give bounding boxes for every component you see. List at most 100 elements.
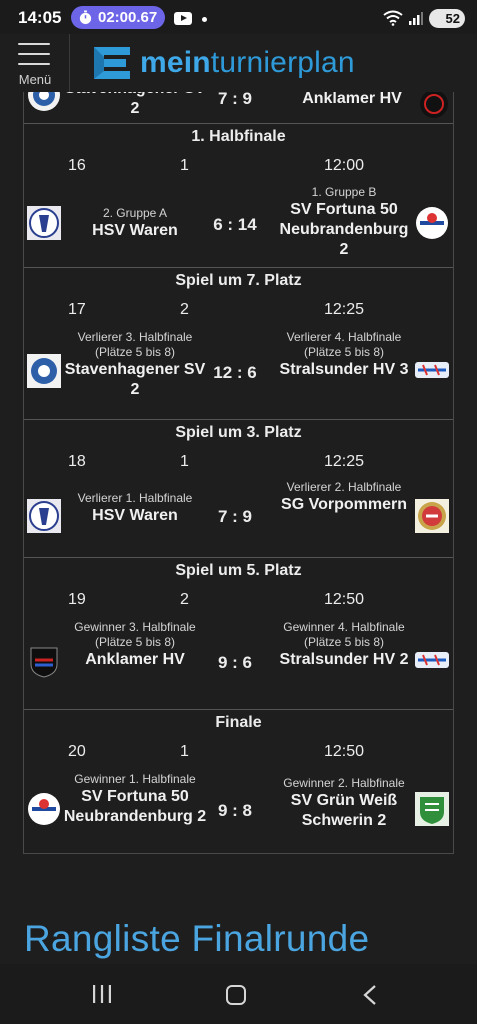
- team-source-label: 2. Gruppe A: [102, 206, 168, 220]
- fortuna-crest-icon: [27, 792, 61, 826]
- match-title: Finale: [215, 714, 262, 731]
- signal-icon: [409, 12, 423, 25]
- match-row: Finale 20 1 12:50 Gewinner 1. Halbfinale…: [24, 709, 453, 853]
- match-meta: 17 2 12:25: [24, 294, 453, 326]
- youtube-icon: [174, 12, 192, 25]
- team-name: HSV Waren: [92, 222, 178, 239]
- team-source-label: Gewinner 3. Halbfinale (Plätze 5 bis 8): [74, 620, 196, 649]
- match-table: Stavenhagener SV 2 7 : 9 Anklamer HV 1. …: [23, 92, 454, 854]
- home-team: Stavenhagener SV 2: [64, 92, 206, 119]
- stopwatch-icon: [79, 10, 92, 25]
- team-name: Anklamer HV: [302, 92, 402, 107]
- status-right: 52: [383, 8, 465, 28]
- match-title: 1. Halbfinale: [191, 128, 286, 145]
- away-team: Gewinner 4. Halbfinale (Plätze 5 bis 8) …: [273, 620, 415, 670]
- team-name: Stavenhagener SV 2: [65, 92, 206, 117]
- status-time: 14:05: [18, 8, 62, 27]
- match-score: 12 : 6: [213, 363, 257, 382]
- recent-apps-icon[interactable]: [92, 985, 112, 1003]
- team-source-label: Verlierer 2. Halbfinale: [286, 480, 402, 494]
- away-team: 1. Gruppe B SV Fortuna 50 Neubrandenburg…: [273, 185, 415, 260]
- back-icon[interactable]: [362, 985, 378, 1005]
- match-meta: 19 2 12:50: [24, 584, 453, 616]
- stralsund-crest-icon: [415, 652, 449, 668]
- hsv-waren-crest-icon: [27, 499, 61, 533]
- home-team: Verlierer 3. Halbfinale (Plätze 5 bis 8)…: [64, 330, 206, 400]
- stavenhagen-crest-icon: [27, 354, 61, 388]
- match-field: 1: [180, 743, 189, 760]
- app-header: Menü meinturnierplan: [0, 34, 477, 92]
- home-icon[interactable]: [226, 985, 246, 1005]
- match-meta: 16 1 12:00: [24, 150, 453, 182]
- away-team: Verlierer 4. Halbfinale (Plätze 5 bis 8)…: [273, 330, 415, 380]
- match-time: 12:50: [324, 591, 365, 608]
- match-number: 17: [68, 301, 86, 318]
- timer-value: 02:00.67: [98, 9, 158, 26]
- match-score: 9 : 6: [217, 653, 253, 672]
- team-name: SV Grün Weiß Schwerin 2: [290, 792, 398, 829]
- gruen-weiss-schwerin-crest-icon: [415, 792, 449, 826]
- menu-button[interactable]: Menü: [0, 34, 70, 92]
- match-score: 9 : 8: [217, 801, 253, 820]
- home-team: Gewinner 1. Halbfinale SV Fortuna 50 Neu…: [62, 772, 208, 827]
- hamburger-icon: [18, 43, 50, 65]
- anklam-crest-icon: [27, 644, 61, 678]
- vorpommern-crest-icon: [415, 499, 449, 533]
- match-title: Spiel um 5. Platz: [175, 562, 302, 579]
- team-name: SV Fortuna 50 Neubrandenburg 2: [63, 788, 207, 825]
- away-team: Verlierer 2. Halbfinale SG Vorpommern: [273, 480, 415, 515]
- team-source-label: Verlierer 3. Halbfinale (Plätze 5 bis 8): [77, 330, 193, 359]
- match-score: 7 : 9: [217, 92, 253, 108]
- logo-text-bold: mein: [140, 46, 211, 79]
- match-score: 7 : 9: [217, 507, 253, 526]
- team-source-label: 1. Gruppe B: [311, 185, 377, 199]
- match-time: 12:25: [324, 301, 365, 318]
- team-source-label: Gewinner 1. Halbfinale: [74, 772, 196, 786]
- match-time: 12:50: [324, 743, 365, 760]
- team-source-label: Gewinner 2. Halbfinale: [283, 776, 405, 790]
- system-nav-bar: [0, 964, 477, 1024]
- status-bar: 14:05 02:00.67 52: [0, 0, 477, 34]
- team-name: HSV Waren: [92, 507, 178, 524]
- stavenhagen-crest-icon: [27, 92, 61, 112]
- home-team: 2. Gruppe A HSV Waren: [64, 206, 206, 241]
- home-team: Verlierer 1. Halbfinale HSV Waren: [64, 491, 206, 526]
- match-field: 2: [180, 301, 189, 318]
- stralsund-crest-icon: [415, 362, 449, 378]
- match-number: 18: [68, 453, 86, 470]
- match-time: 12:25: [324, 453, 365, 470]
- anklam-crest-icon: [417, 92, 451, 121]
- match-number: 19: [68, 591, 86, 608]
- team-name: Stralsunder HV 3: [279, 361, 409, 378]
- team-source-label: Gewinner 4. Halbfinale (Plätze 5 bis 8): [283, 620, 405, 649]
- section-heading-rangliste: Rangliste Finalrunde: [24, 918, 370, 959]
- match-title: Spiel um 7. Platz: [175, 272, 302, 289]
- team-name: Stralsunder HV 2: [279, 651, 409, 668]
- match-row-previous: Stavenhagener SV 2 7 : 9 Anklamer HV: [24, 92, 453, 123]
- match-title: Spiel um 3. Platz: [175, 424, 302, 441]
- match-row: 1. Halbfinale 16 1 12:00 2. Gruppe A HSV…: [24, 123, 453, 267]
- match-field: 2: [180, 591, 189, 608]
- notification-dot-icon: [202, 17, 207, 22]
- match-number: 20: [68, 743, 86, 760]
- match-number: 16: [68, 157, 86, 174]
- wifi-icon: [383, 10, 403, 26]
- match-field: 1: [180, 453, 189, 470]
- schedule-content[interactable]: Stavenhagener SV 2 7 : 9 Anklamer HV 1. …: [0, 92, 477, 964]
- site-logo[interactable]: meinturnierplan: [90, 41, 355, 85]
- timer-pill[interactable]: 02:00.67: [71, 6, 165, 29]
- match-score: 6 : 14: [213, 215, 257, 234]
- logo-text: meinturnierplan: [140, 46, 355, 80]
- logo-text-rest: turnierplan: [210, 46, 355, 79]
- team-name: SV Fortuna 50 Neubrandenburg 2: [279, 201, 409, 258]
- team-source-label: Verlierer 1. Halbfinale: [77, 491, 193, 505]
- fortuna-crest-icon: [415, 206, 449, 240]
- match-meta: 18 1 12:25: [24, 446, 453, 478]
- away-team: Anklamer HV: [277, 92, 427, 109]
- match-row: Spiel um 5. Platz 19 2 12:50 Gewinner 3.…: [24, 557, 453, 709]
- team-name: Stavenhagener SV 2: [64, 361, 206, 398]
- battery-icon: 52: [429, 8, 465, 28]
- hsv-waren-crest-icon: [27, 206, 61, 240]
- away-team: Gewinner 2. Halbfinale SV Grün Weiß Schw…: [273, 776, 415, 831]
- match-row: Spiel um 3. Platz 18 1 12:25 Verlierer 1…: [24, 419, 453, 557]
